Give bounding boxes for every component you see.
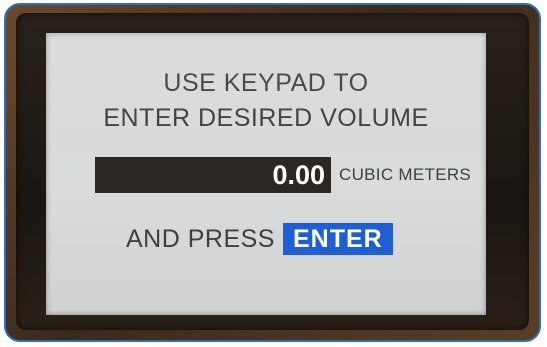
volume-input-field[interactable]: 0.00 <box>95 157 331 193</box>
volume-unit-label: CUBIC METERS <box>339 165 472 184</box>
enter-key-label: ENTER <box>282 223 393 255</box>
press-instruction: AND PRESS <box>126 224 275 253</box>
device-screen: USE KEYPAD TO ENTER DESIRED VOLUME 0.00 … <box>46 33 486 315</box>
press-enter-row: AND PRESS ENTER <box>126 223 393 255</box>
volume-entry-row: 0.00 CUBIC METERS <box>95 157 471 193</box>
instruction-line-1: USE KEYPAD TO <box>163 69 369 97</box>
photo-frame: USE KEYPAD TO ENTER DESIRED VOLUME 0.00 … <box>4 3 541 342</box>
instruction-line-2: ENTER DESIRED VOLUME <box>103 104 429 132</box>
